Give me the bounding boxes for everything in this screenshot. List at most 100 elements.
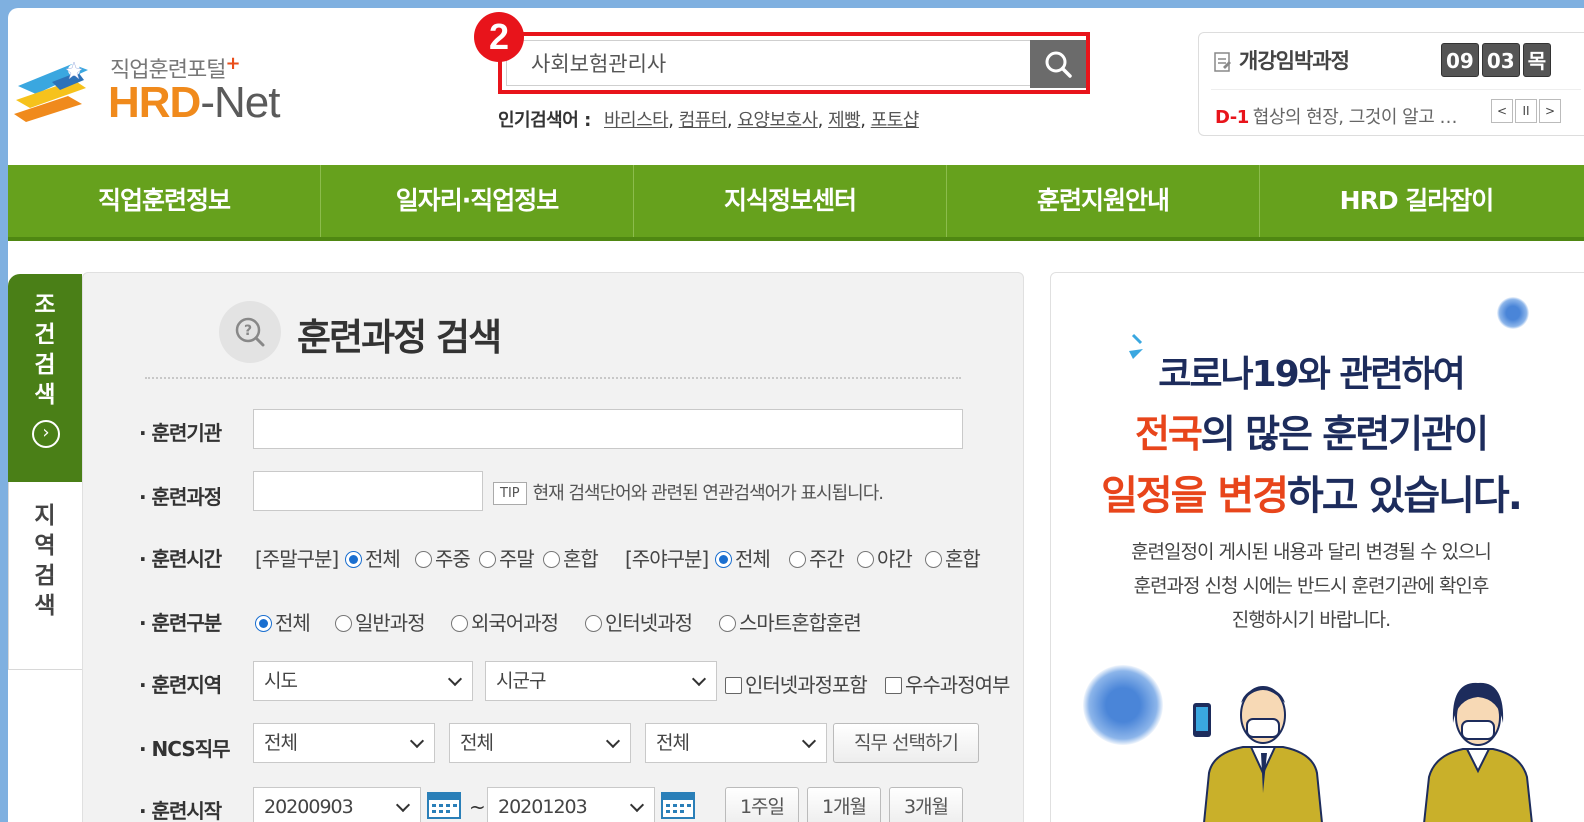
radio-icon [925,551,942,568]
pause-button[interactable]: II [1515,99,1537,123]
label-institution: · 훈련기관 [139,421,222,445]
date-chips: 09 03 목 [1441,43,1552,77]
tab-region-label: 지역검색 [34,503,56,619]
weekend-group-label: [주말구분] [255,547,339,571]
browser-content: 직업훈련포털+ HRD-Net 2 인기검색어 : 바리스타, 컴퓨터, 요양보… [8,8,1584,822]
divider [145,377,961,379]
radio-day[interactable]: 주간 [789,543,845,572]
step-badge: 2 [474,12,524,62]
radio-type-internet[interactable]: 인터넷과정 [585,607,693,636]
date-separator: ~ [469,795,486,819]
rolling-controls: < II > [1491,99,1561,123]
radio-type-language[interactable]: 외국어과정 [451,607,559,636]
radio-weekend-all[interactable]: 전체 [345,543,401,572]
radio-icon [255,615,272,632]
radio-daynight-mixed[interactable]: 혼합 [925,543,981,572]
radio-icon [789,551,806,568]
tab-condition-label: 조건검색 [34,292,56,408]
main-nav: 직업훈련정보 일자리·직업정보 지식정보센터 훈련지원안내 HRD 길라잡이 [8,165,1584,241]
banner-line-3: 일정을 변경하고 있습니다. [1101,473,1523,519]
tab-condition-search[interactable]: 조건검색 › [8,274,82,482]
popular-term[interactable]: 바리스타 [604,110,669,131]
search-highlight [498,32,1090,94]
label-time: · 훈련시간 [139,547,222,571]
radio-icon [585,615,602,632]
help-search-icon: ? [219,301,281,363]
prev-button[interactable]: < [1491,99,1513,123]
search-input[interactable] [507,41,1035,85]
search-icon [1045,51,1072,78]
radio-icon [857,551,874,568]
checkbox-icon [885,677,902,694]
checkbox-include-internet[interactable]: 인터넷과정포함 [725,669,868,698]
document-icon [1214,52,1231,72]
ncs-select-2[interactable]: 전체 [449,723,631,763]
site-logo[interactable]: 직업훈련포털+ HRD-Net [8,48,308,138]
period-1month-button[interactable]: 1개월 [807,787,881,822]
popular-term[interactable]: 제빵 [828,110,861,131]
virus-icon [1083,665,1163,745]
radio-type-general[interactable]: 일반과정 [335,607,426,636]
radio-type-all[interactable]: 전체 [255,607,311,636]
label-start: · 훈련시작 [139,799,222,822]
ncs-select-3[interactable]: 전체 [645,723,827,763]
radio-weekend-mixed[interactable]: 혼합 [543,543,599,572]
start-from-input[interactable]: 20200903 [253,787,421,822]
sigungu-select[interactable]: 시군구 [485,661,717,701]
nav-knowledge-center[interactable]: 지식정보센터 [634,165,947,237]
popular-keywords: 인기검색어 : 바리스타, 컴퓨터, 요양보호사, 제빵, 포토샵 [498,110,920,131]
radio-type-smart[interactable]: 스마트혼합훈련 [719,607,862,636]
upcoming-title[interactable]: 개강임박과정 [1213,45,1350,75]
radio-icon [415,551,432,568]
period-1week-button[interactable]: 1주일 [725,787,799,822]
divider [1211,89,1581,90]
next-button[interactable]: > [1539,99,1561,123]
upcoming-course-widget: 개강임박과정 09 03 목 D-1 협상의 현장, 그것이 알고 … < II … [1198,32,1584,136]
label-region: · 훈련지역 [139,673,222,697]
nav-job-training[interactable]: 직업훈련정보 [8,165,321,237]
radio-icon [479,551,496,568]
weekday-chip: 목 [1522,43,1552,77]
label-ncs: · NCS직무 [139,737,231,761]
radio-night[interactable]: 야간 [857,543,913,572]
radio-weekend[interactable]: 주말 [479,543,535,572]
label-course: · 훈련과정 [139,485,222,509]
checkbox-excellent[interactable]: 우수과정여부 [885,669,1010,698]
period-3month-button[interactable]: 3개월 [889,787,963,822]
course-input[interactable] [253,471,483,511]
popular-term[interactable]: 포토샵 [871,110,920,131]
logo-wordmark: HRD-Net [108,78,280,127]
ncs-select-1[interactable]: 전체 [253,723,435,763]
radio-weekday[interactable]: 주중 [415,543,471,572]
radio-icon [335,615,352,632]
radio-icon [719,615,736,632]
upcoming-item[interactable]: D-1 협상의 현장, 그것이 알고 … [1215,103,1458,129]
nav-hrd-guide[interactable]: HRD 길라잡이 [1260,165,1573,237]
nav-job-info[interactable]: 일자리·직업정보 [321,165,634,237]
start-to-input[interactable]: 20201203 [487,787,655,822]
radio-icon [715,551,732,568]
popular-label: 인기검색어 : [498,110,591,131]
radio-daynight-all[interactable]: 전체 [715,543,771,572]
staff-illustration [1193,682,1533,822]
month-chip: 09 [1441,43,1479,77]
calendar-icon[interactable] [661,789,695,819]
search-button[interactable] [1030,40,1086,88]
calendar-icon[interactable] [427,789,461,819]
sido-select[interactable]: 시도 [253,661,473,701]
radio-icon [543,551,560,568]
svg-text:?: ? [244,323,252,339]
covid-notice-banner[interactable]: 코로나19와 관련하여 전국의 많은 훈련기관이 일정을 변경하고 있습니다. … [1050,272,1584,822]
nav-training-support[interactable]: 훈련지원안내 [947,165,1260,237]
tip-badge: TIP [493,482,527,505]
popular-term[interactable]: 컴퓨터 [679,110,728,131]
virus-icon [1497,297,1529,329]
tab-region-search[interactable]: 지역검색 [8,460,82,670]
popular-term[interactable]: 요양보호사 [737,110,818,131]
search-box [506,40,1036,86]
tip-hint: TIP 현재 검색단어와 관련된 연관검색어가 표시됩니다. [493,479,884,505]
select-job-button[interactable]: 직무 선택하기 [833,723,979,763]
institution-input[interactable] [253,409,963,449]
daynight-group-label: [주야구분] [625,547,709,571]
page-title: 훈련과정 검색 [297,316,502,359]
